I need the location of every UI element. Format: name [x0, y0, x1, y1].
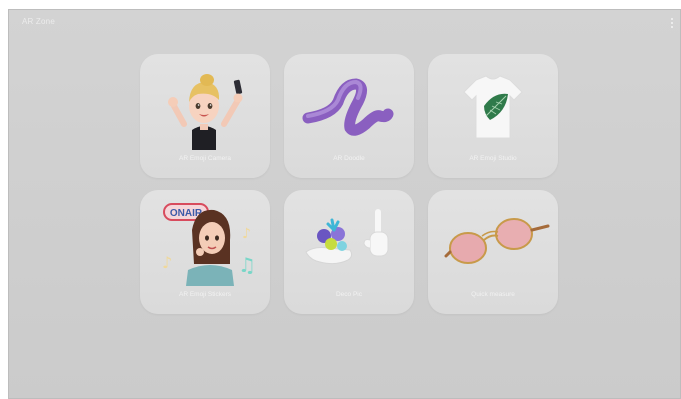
emoji-stickers-icon: ONAIR ♪ ♪ ♫: [162, 203, 256, 286]
more-vertical-icon[interactable]: [667, 15, 677, 31]
tshirt-leaf-icon: [463, 75, 523, 139]
tile-label: AR Emoji Stickers: [178, 291, 231, 298]
tile-ar-emoji-camera[interactable]: AR Emoji Camera: [140, 54, 270, 178]
tile-label: AR Emoji Camera: [178, 155, 231, 162]
svg-text:♪: ♪: [162, 253, 172, 272]
tile-label: AR Doodle: [333, 155, 365, 162]
svg-text:♪: ♪: [242, 226, 251, 242]
app-screen: AR Zone AR Emoji Camera AR Doodle AR Emo…: [8, 9, 681, 399]
tile-ar-emoji-stickers[interactable]: ONAIR ♪ ♪ ♫ AR Emoji Stickers: [140, 190, 270, 314]
sunglasses-icon: [444, 218, 550, 264]
tile-label: Quick measure: [471, 291, 515, 298]
emoji-selfie-icon: [168, 74, 243, 150]
tile-quick-measure[interactable]: Quick measure: [428, 190, 558, 314]
tile-label: Deco Pic: [335, 291, 362, 298]
tile-ar-emoji-studio[interactable]: AR Emoji Studio: [428, 54, 558, 178]
tile-ar-doodle[interactable]: AR Doodle: [284, 54, 414, 178]
doodle-squiggle-icon: [302, 78, 394, 136]
deco-pic-icon: [305, 209, 389, 265]
svg-text:♫: ♫: [238, 253, 256, 277]
tile-label: AR Emoji Studio: [469, 155, 517, 162]
app-title: AR Zone: [22, 17, 55, 26]
tile-deco-pic[interactable]: Deco Pic: [284, 190, 414, 314]
